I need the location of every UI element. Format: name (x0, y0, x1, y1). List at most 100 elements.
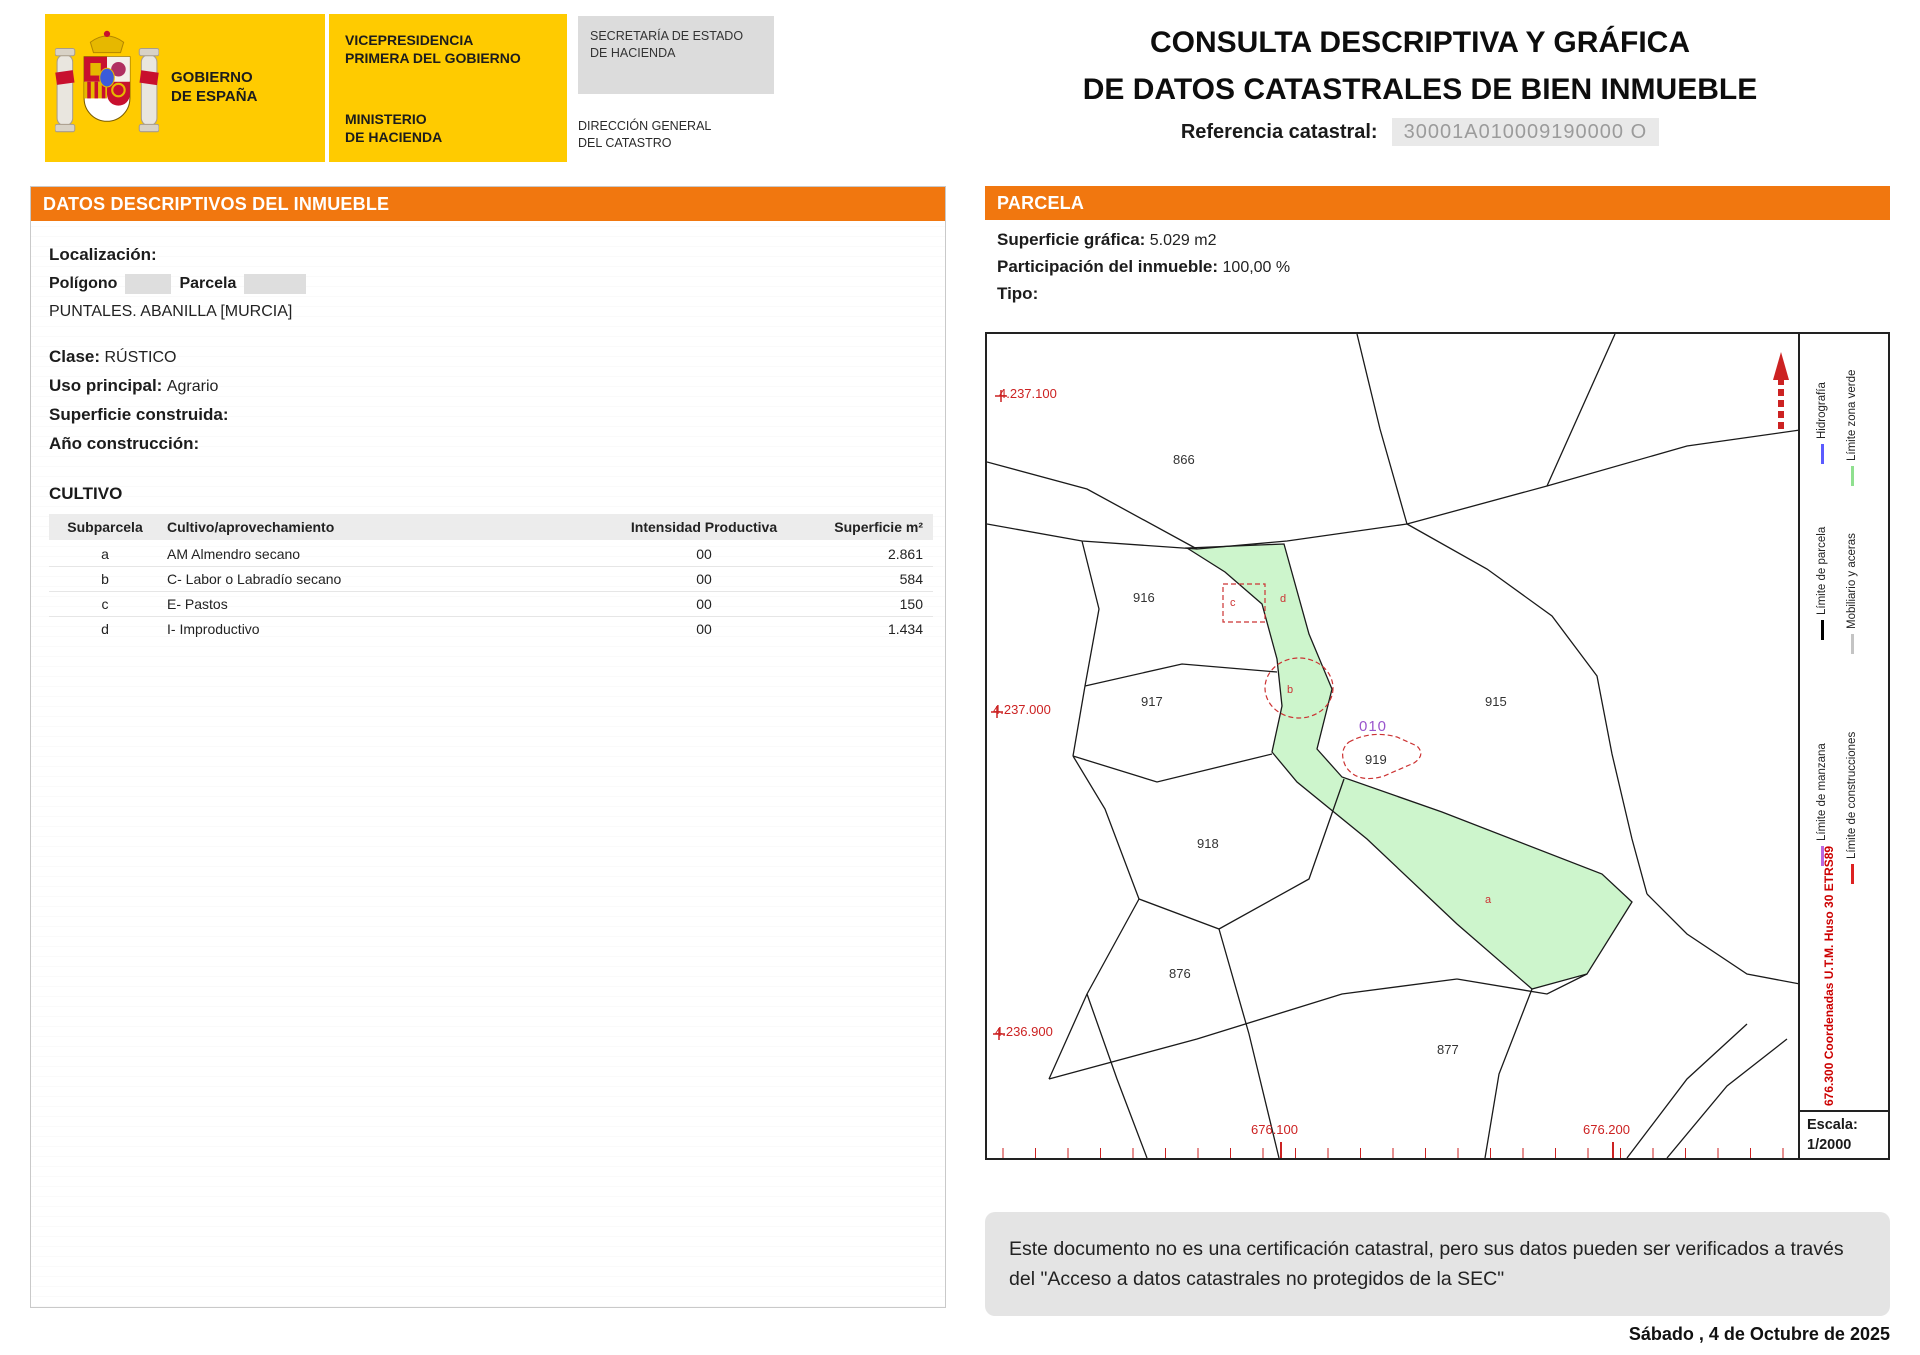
coord-label: 4.236.900 (995, 1024, 1053, 1039)
reference-label: Referencia catastral: (1180, 121, 1378, 143)
document-title: CONSULTA DESCRIPTIVA Y GRÁFICA DE DATOS … (950, 20, 1890, 146)
col-subparcela: Subparcela (49, 514, 161, 542)
legend-entry: Límite de construcciones (1846, 732, 1858, 884)
participacion-line: Participación del inmueble: 100,00 % (997, 257, 1290, 277)
uso-value: Agrario (166, 378, 219, 395)
gobierno-espana-block: GOBIERNO DE ESPAÑA (45, 14, 325, 162)
superficie-grafica-line: Superficie gráfica: 5.029 m2 (997, 230, 1290, 250)
parcela-redaction (244, 274, 307, 294)
poligono-label: Polígono (49, 275, 118, 293)
cell-intensidad: 00 (591, 591, 817, 617)
cell-intensidad: 00 (591, 540, 817, 567)
legend-label: Límite zona verde (1846, 369, 1858, 461)
map-legend: Hidrografía Límite zona verde Límite de … (1798, 334, 1888, 1158)
poligono-parcela-line: Polígono Parcela (49, 274, 931, 294)
parcela-info: Superficie gráfica: 5.029 m2 Participaci… (997, 230, 1290, 311)
parcela-header: PARCELA (985, 186, 1890, 220)
cell-subparcela: c (49, 591, 161, 617)
parcel-number: 877 (1437, 1042, 1459, 1057)
direccion-general-label: DIRECCIÓN GENERAL DEL CATASTRO (578, 119, 712, 150)
parcel-number: 918 (1197, 836, 1219, 851)
limite-construcciones-swatch (1850, 864, 1854, 884)
zona-verde-swatch (1850, 466, 1854, 486)
cell-superficie: 150 (817, 591, 933, 617)
parcel-number: 876 (1169, 966, 1191, 981)
hidrografia-swatch (1820, 444, 1824, 464)
cell-subparcela: a (49, 540, 161, 567)
parcel-number: 915 (1485, 694, 1507, 709)
highlighted-parcel-shape (1184, 543, 1633, 990)
legend-label: Límite de manzana (1816, 743, 1828, 841)
highlight-parcel-number: 010 (1359, 718, 1388, 735)
col-superficie: Superficie m² (817, 514, 933, 542)
title-line-1: CONSULTA DESCRIPTIVA Y GRÁFICA (1149, 26, 1691, 59)
superficie-grafica-label: Superficie gráfica: (997, 230, 1146, 249)
reference-value: 30001A010009190000 O (1391, 118, 1660, 146)
legend-label: Límite de parcela (1816, 526, 1828, 615)
legend-entry: Límite zona verde (1846, 370, 1858, 486)
legend-entry: Límite de parcela (1816, 527, 1828, 640)
table-row: a AM Almendro secano 00 2.861 (49, 540, 933, 567)
subparcel-letter: a (1485, 894, 1492, 906)
cadastral-map: 4.237.100 4.237.000 4.236.900 676.100 67… (985, 332, 1890, 1160)
cultivo-title: CULTIVO (49, 484, 123, 503)
legend-entry: Hidrografía (1816, 382, 1828, 464)
subparcel-letter: d (1280, 593, 1287, 605)
parcel-number: 917 (1141, 694, 1163, 709)
spain-coat-of-arms-icon (55, 30, 159, 133)
cell-cultivo: C- Labor o Labradío secano (161, 566, 591, 592)
cell-cultivo: I- Improductivo (161, 616, 591, 641)
document-date: Sábado , 4 de Octubre de 2025 (1628, 1324, 1890, 1344)
coord-label: 4.237.000 (993, 702, 1051, 717)
parcela-label: Parcela (179, 275, 237, 293)
table-header-row: Subparcela Cultivo/aprovechamiento Inten… (49, 514, 933, 542)
parcel-number: 916 (1133, 590, 1155, 605)
legend-label: Mobiliario y aceras (1846, 533, 1858, 629)
tipo-line: Tipo: (997, 284, 1290, 304)
col-intensidad: Intensidad Productiva (591, 514, 817, 542)
table-row: b C- Labor o Labradío secano 00 584 (49, 566, 933, 592)
title-line-2: DE DATOS CATASTRALES DE BIEN INMUEBLE (1082, 72, 1758, 106)
legend-label: Hidrografía (1816, 382, 1828, 439)
north-arrow-icon (1773, 352, 1789, 430)
uso-label: Uso principal: (49, 376, 163, 395)
superficie-construida-label: Superficie construida: (49, 405, 229, 424)
parcel-number: 866 (1173, 452, 1195, 467)
gobierno-espana-label: GOBIERNO DE ESPAÑA (171, 69, 258, 105)
cell-intensidad: 00 (591, 616, 817, 641)
coord-label: 4.237.100 (999, 386, 1057, 401)
uso-line: Uso principal: Agrario (49, 376, 931, 396)
bottom-ticks (1002, 1148, 1784, 1158)
coord-label: 676.100 (1251, 1122, 1298, 1137)
cell-superficie: 584 (817, 566, 933, 592)
coord-label: 676.200 (1583, 1122, 1630, 1137)
scale-box: Escala: 1/2000 (1800, 1110, 1888, 1158)
descriptive-data-header: DATOS DESCRIPTIVOS DEL INMUEBLE (31, 187, 945, 221)
cadastral-document: GOBIERNO DE ESPAÑA VICEPRESIDENCIA PRIME… (0, 0, 1920, 1355)
participacion-label: Participación del inmueble: (997, 257, 1219, 276)
cell-superficie: 1.434 (817, 616, 933, 641)
cell-intensidad: 00 (591, 566, 817, 592)
table-row: c E- Pastos 00 150 (49, 591, 933, 617)
subparcel-letter: b (1287, 684, 1294, 696)
clase-label: Clase: (49, 347, 101, 366)
cell-subparcela: d (49, 616, 161, 641)
cell-cultivo: AM Almendro secano (161, 540, 591, 567)
government-header: GOBIERNO DE ESPAÑA VICEPRESIDENCIA PRIME… (45, 14, 567, 162)
legend-label: Límite de construcciones (1846, 731, 1858, 859)
scale-label: Escala: (1807, 1117, 1858, 1133)
superficie-grafica-value: 5.029 m2 (1149, 232, 1217, 249)
utm-coordinates-note: 676.300 Coordenadas U.T.M. Huso 30 ETRS8… (1822, 845, 1836, 1106)
map-canvas (987, 334, 1800, 1158)
secretaria-estado-box: SECRETARÍA DE ESTADO DE HACIENDA (578, 16, 774, 94)
participacion-value: 100,00 % (1222, 259, 1291, 276)
scale-value: 1/2000 (1807, 1137, 1852, 1154)
poligono-redaction (125, 274, 172, 294)
table-row: d I- Improductivo 00 1.434 (49, 616, 933, 641)
ministerio-label: MINISTERIO DE HACIENDA (345, 111, 443, 145)
cell-superficie: 2.861 (817, 540, 933, 567)
cell-subparcela: b (49, 566, 161, 592)
descriptive-data-panel: DATOS DESCRIPTIVOS DEL INMUEBLE Localiza… (30, 186, 946, 1308)
clase-line: Clase: RÚSTICO (49, 347, 931, 367)
municipio-value: PUNTALES. ABANILLA [MURCIA] (49, 303, 293, 320)
